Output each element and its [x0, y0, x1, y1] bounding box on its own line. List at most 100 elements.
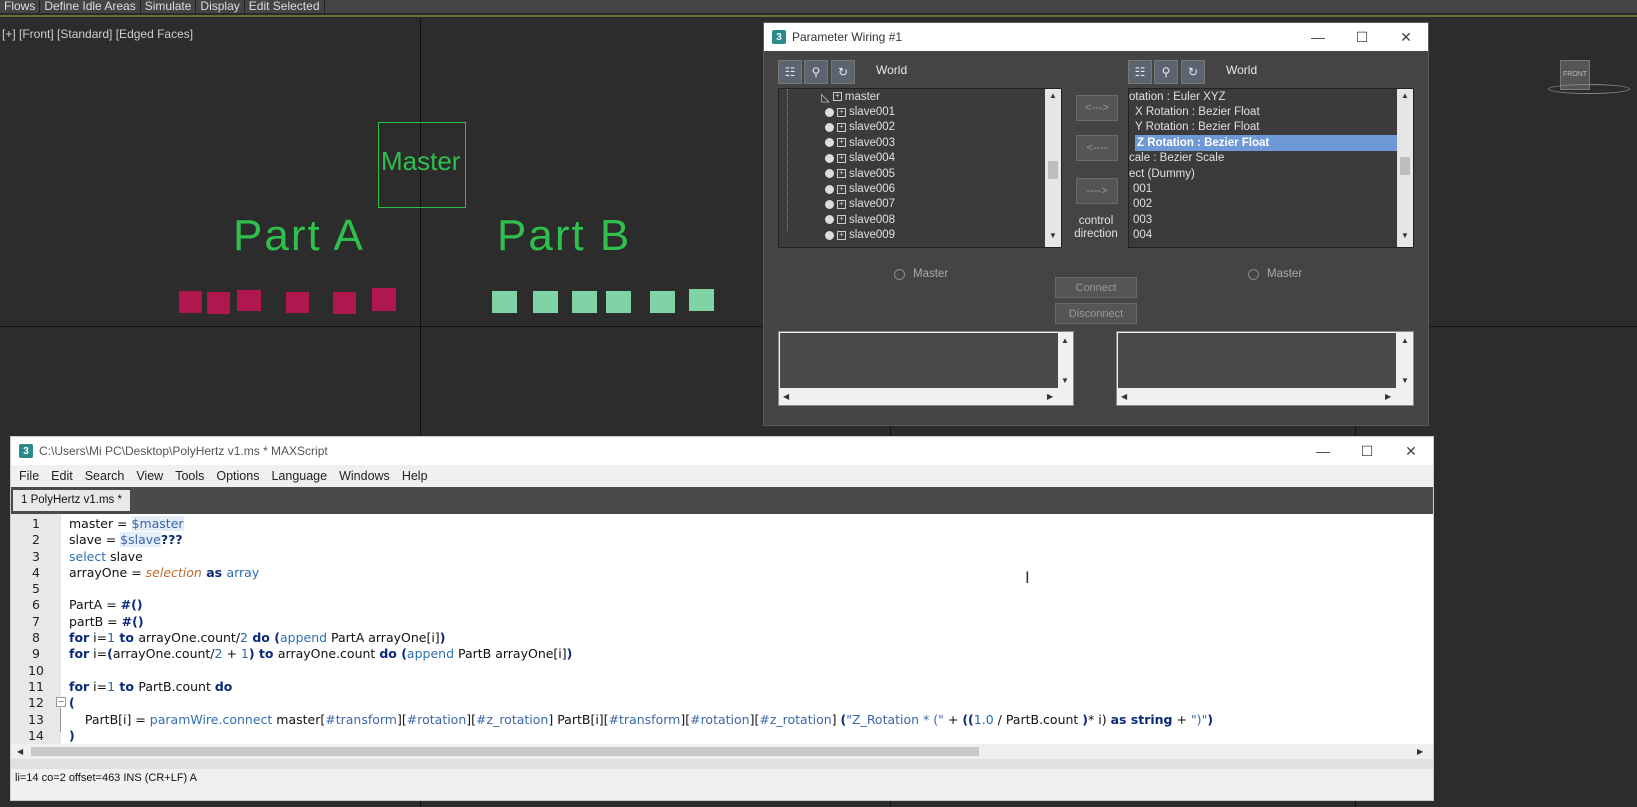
code-text[interactable]: master = $master slave = $slave??? selec…: [69, 516, 1213, 744]
menu-define-idle-areas[interactable]: Define Idle Areas: [40, 0, 141, 13]
track-item[interactable]: otation : Euler XYZ: [1129, 89, 1413, 104]
left-refresh-icon[interactable]: ↻: [831, 60, 855, 84]
expand-icon[interactable]: +: [837, 169, 846, 179]
tree-item-slave005[interactable]: + slave005: [779, 166, 1045, 181]
connect-right-direction-button[interactable]: ---->: [1076, 178, 1118, 204]
connect-left-direction-button[interactable]: <----: [1076, 135, 1118, 161]
scroll-left-icon[interactable]: ◀: [1121, 392, 1127, 401]
scroll-left-icon[interactable]: ◀: [17, 747, 23, 756]
part-b-cube[interactable]: [572, 291, 597, 313]
part-b-cube[interactable]: [689, 289, 714, 311]
close-icon[interactable]: ✕: [1384, 29, 1428, 46]
right-tree-filter-icon[interactable]: ☷: [1128, 60, 1152, 84]
expand-icon[interactable]: +: [837, 230, 846, 240]
connect-button[interactable]: Connect: [1055, 277, 1137, 298]
scroll-thumb[interactable]: [31, 747, 979, 756]
part-b-cube[interactable]: [650, 291, 675, 313]
part-b-cube[interactable]: [606, 291, 631, 313]
scroll-left-icon[interactable]: ◀: [783, 392, 789, 401]
expand-icon[interactable]: +: [837, 184, 846, 194]
tree-item-slave009[interactable]: + slave009: [779, 228, 1045, 243]
scroll-right-icon[interactable]: ▶: [1417, 747, 1423, 756]
expand-icon[interactable]: +: [837, 138, 846, 148]
right-tree[interactable]: otation : Euler XYZ X Rotation : Bezier …: [1128, 88, 1414, 248]
track-item[interactable]: 004: [1129, 228, 1413, 243]
menu-edit-selected[interactable]: Edit Selected: [245, 0, 325, 13]
part-b-cube[interactable]: [492, 291, 517, 313]
scroll-up-icon[interactable]: ▲: [1061, 336, 1069, 345]
left-tree[interactable]: ◺ + master + slave001 + slave002 + slave003…: [778, 88, 1062, 248]
menu-flows[interactable]: Flows: [0, 0, 41, 13]
maximize-icon[interactable]: ☐: [1345, 443, 1389, 460]
expand-icon[interactable]: +: [837, 122, 846, 132]
menu-display[interactable]: Display: [196, 0, 245, 13]
part-b-cube[interactable]: [533, 291, 558, 313]
tree-item-master[interactable]: ◺ + master: [779, 89, 1045, 104]
right-tree-vscroll[interactable]: ▲ ▼: [1397, 89, 1413, 247]
code-hscroll[interactable]: ◀ ▶: [11, 744, 1433, 759]
track-item[interactable]: 003: [1129, 212, 1413, 227]
scroll-right-icon[interactable]: ▶: [1385, 392, 1391, 401]
expand-icon[interactable]: +: [832, 92, 842, 102]
scroll-down-icon[interactable]: ▼: [1401, 231, 1409, 240]
viewport-label[interactable]: [+] [Front] [Standard] [Edged Faces]: [2, 27, 193, 41]
track-item[interactable]: X Rotation : Bezier Float: [1129, 104, 1413, 119]
scroll-down-icon[interactable]: ▼: [1401, 376, 1409, 385]
part-a-cube[interactable]: [333, 292, 356, 314]
minimize-icon[interactable]: —: [1301, 443, 1345, 459]
right-master-radio[interactable]: Master: [1248, 268, 1302, 280]
menu-help[interactable]: Help: [396, 469, 434, 483]
tab-polyhertz[interactable]: 1 PolyHertz v1.ms *: [13, 490, 130, 511]
scroll-right-icon[interactable]: ▶: [1047, 392, 1053, 401]
scroll-down-icon[interactable]: ▼: [1061, 376, 1069, 385]
scroll-thumb[interactable]: [1400, 157, 1410, 175]
left-find-icon[interactable]: ⚲: [804, 60, 828, 84]
tree-item-slave008[interactable]: + slave008: [779, 212, 1045, 227]
scroll-down-icon[interactable]: ▼: [1049, 231, 1057, 240]
menu-windows[interactable]: Windows: [333, 469, 396, 483]
menu-tools[interactable]: Tools: [169, 469, 210, 483]
code-editor[interactable]: 1 2 3 4 5 6 7 8 9 10 11 12 13 14 − maste…: [11, 511, 1433, 759]
expand-icon[interactable]: +: [837, 199, 846, 209]
track-item[interactable]: ect (Dummy): [1129, 166, 1413, 181]
menu-options[interactable]: Options: [210, 469, 265, 483]
track-item[interactable]: 001: [1129, 181, 1413, 196]
menu-simulate[interactable]: Simulate: [141, 0, 197, 13]
track-item[interactable]: 002: [1129, 197, 1413, 212]
part-a-cube[interactable]: [237, 290, 261, 311]
right-find-icon[interactable]: ⚲: [1154, 60, 1178, 84]
maximize-icon[interactable]: ☐: [1340, 29, 1384, 46]
scroll-up-icon[interactable]: ▲: [1049, 91, 1057, 100]
expand-icon[interactable]: +: [837, 215, 846, 225]
left-tree-vscroll[interactable]: ▲ ▼: [1045, 89, 1061, 247]
parameter-wiring-titlebar[interactable]: 3 Parameter Wiring #1 — ☐ ✕: [764, 23, 1428, 51]
left-tree-filter-icon[interactable]: ☷: [778, 60, 802, 84]
tree-item-slave006[interactable]: + slave006: [779, 181, 1045, 196]
menu-file[interactable]: File: [13, 469, 45, 483]
right-expression-field[interactable]: ▲ ▼ ◀ ▶: [1116, 331, 1414, 406]
scroll-up-icon[interactable]: ▲: [1401, 336, 1409, 345]
track-item[interactable]: cale : Bezier Scale: [1129, 151, 1413, 166]
expand-icon[interactable]: +: [837, 107, 846, 117]
scroll-thumb[interactable]: [1048, 161, 1058, 179]
minimize-icon[interactable]: —: [1296, 29, 1340, 45]
menu-view[interactable]: View: [130, 469, 169, 483]
part-a-cube[interactable]: [179, 291, 202, 313]
tree-item-slave007[interactable]: + slave007: [779, 197, 1045, 212]
tree-item-slave002[interactable]: + slave002: [779, 120, 1045, 135]
tree-item-slave003[interactable]: + slave003: [779, 135, 1045, 150]
track-item-selected[interactable]: Z Rotation : Bezier Float: [1135, 135, 1397, 151]
menu-language[interactable]: Language: [265, 469, 333, 483]
left-tree-hscroll[interactable]: ◀ ▶: [779, 247, 1045, 248]
disconnect-button[interactable]: Disconnect: [1055, 303, 1137, 324]
menu-edit[interactable]: Edit: [45, 469, 79, 483]
viewcube-ring[interactable]: [1548, 84, 1630, 94]
menu-search[interactable]: Search: [79, 469, 131, 483]
right-tree-hscroll[interactable]: ◀ ▶: [1129, 247, 1397, 248]
tree-item-slave004[interactable]: + slave004: [779, 151, 1045, 166]
part-a-cube[interactable]: [372, 288, 396, 311]
part-a-cube[interactable]: [286, 292, 309, 313]
part-a-cube[interactable]: [207, 292, 230, 314]
track-item[interactable]: Y Rotation : Bezier Float: [1129, 120, 1413, 135]
expand-icon[interactable]: +: [837, 153, 846, 163]
